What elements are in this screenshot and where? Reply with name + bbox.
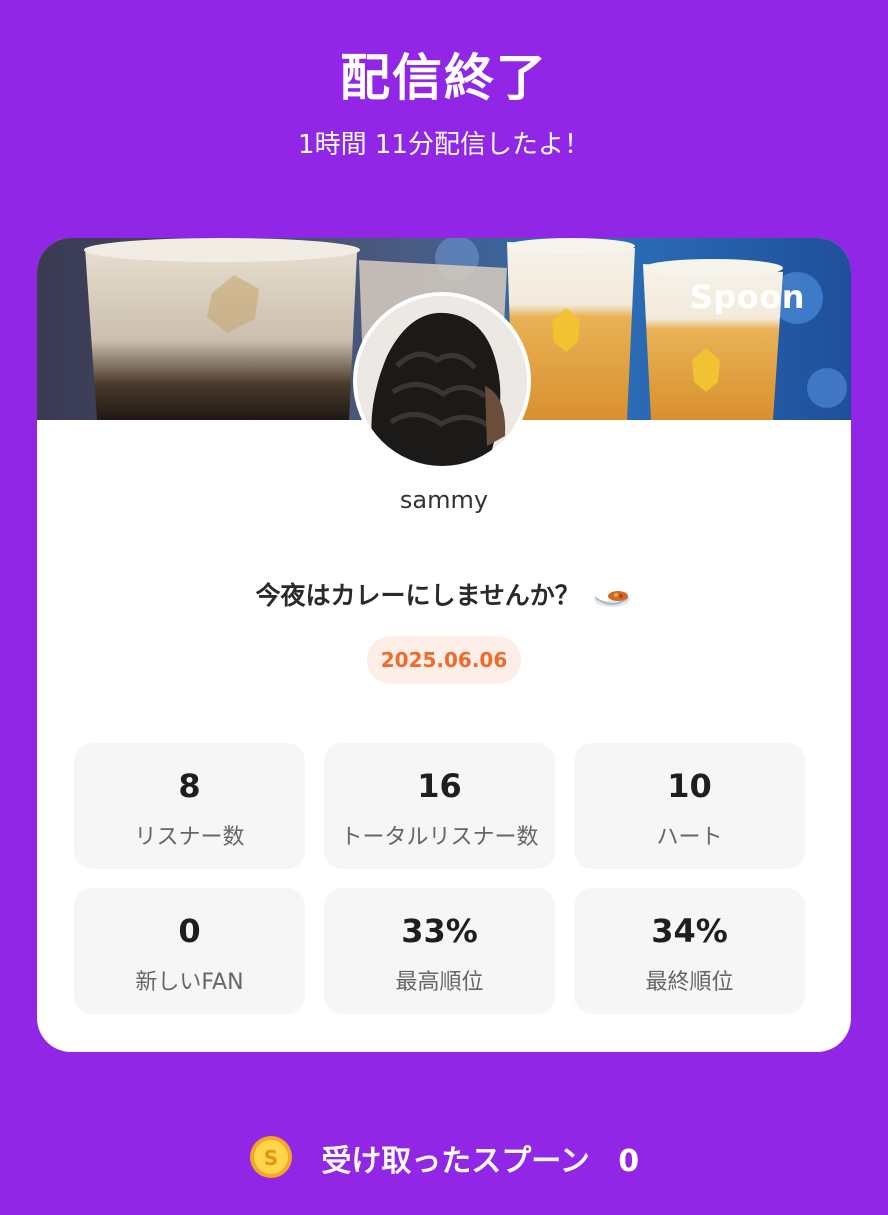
- broadcast-duration: 1時間 11分配信したよ！: [298, 130, 590, 160]
- stat-label: 新しいFAN: [135, 970, 244, 995]
- stat-best-rank: 33% 最高順位: [324, 888, 555, 1014]
- stat-label: リスナー数: [134, 825, 245, 850]
- broadcast-date-badge: 2025.06.06: [367, 636, 521, 684]
- page-title: 配信終了: [340, 49, 548, 107]
- stream-title: 今夜はカレーにしませんか？: [37, 576, 851, 615]
- received-spoons: S 受け取ったスプーン 0: [0, 1135, 888, 1189]
- avatar: [353, 292, 531, 470]
- stat-hearts: 10 ハート: [574, 743, 805, 869]
- stat-label: 最終順位: [645, 970, 734, 995]
- stream-title-text: 今夜はカレーにしませんか？: [255, 581, 580, 610]
- stat-value: 0: [178, 912, 201, 950]
- spoon-logo: Spoon: [689, 278, 805, 316]
- username: sammy: [399, 486, 489, 514]
- stat-new-fans: 0 新しいFAN: [74, 888, 305, 1014]
- svg-text:S: S: [264, 1146, 278, 1170]
- stat-label: ハート: [656, 825, 723, 850]
- spoon-coin-icon: S: [249, 1135, 293, 1187]
- stat-value: 16: [417, 767, 462, 805]
- stat-value: 34%: [651, 912, 728, 950]
- received-spoons-label: 受け取ったスプーン: [321, 1144, 590, 1179]
- broadcast-summary-card: Spoon sammy 今夜はカレーにしませんか？ 2025.06.06 8 リ…: [37, 238, 851, 1052]
- stat-final-rank: 34% 最終順位: [574, 888, 805, 1014]
- stat-total-listeners: 16 トータルリスナー数: [324, 743, 555, 869]
- stat-value: 8: [178, 767, 201, 805]
- stat-listeners: 8 リスナー数: [74, 743, 305, 869]
- received-spoons-count: 0: [618, 1144, 640, 1179]
- stat-value: 33%: [401, 912, 478, 950]
- stat-label: トータルリスナー数: [340, 825, 539, 850]
- curry-rice-icon: [592, 579, 632, 615]
- stat-value: 10: [667, 767, 712, 805]
- stat-label: 最高順位: [395, 970, 484, 995]
